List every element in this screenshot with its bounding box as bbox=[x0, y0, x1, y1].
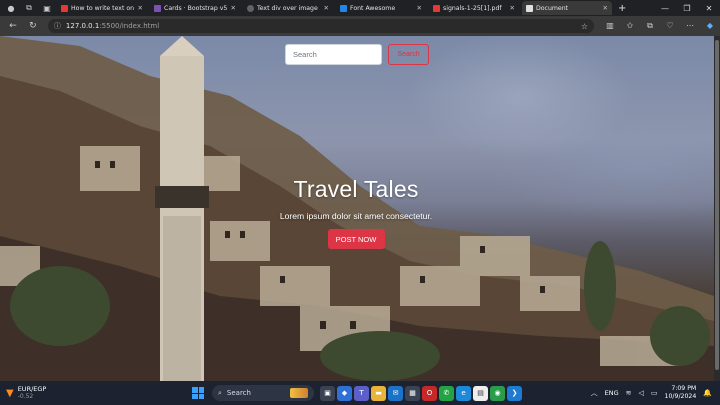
language-indicator[interactable]: ENG bbox=[605, 389, 619, 397]
teams-icon[interactable]: T bbox=[354, 385, 369, 401]
tab-2[interactable]: Text div over image ✕ bbox=[243, 1, 333, 15]
file-explorer-icon[interactable]: ▬ bbox=[371, 385, 386, 401]
tab-favicon-icon bbox=[154, 4, 161, 12]
favorites-icon[interactable]: ✩ bbox=[620, 21, 640, 31]
tab-4[interactable]: signals-1-25[1].pdf ✕ bbox=[429, 1, 519, 15]
windows-taskbar: ▼ EUR/EGP -0.52 ⌕ Search ▣ ◆ T ▬ ✉ ▦ O ✆… bbox=[0, 381, 720, 405]
tray-overflow-icon[interactable]: ︿ bbox=[591, 388, 598, 398]
close-tab-icon[interactable]: ✕ bbox=[417, 4, 422, 12]
workspaces-icon[interactable]: ⧉ bbox=[22, 2, 36, 14]
site-info-icon[interactable]: ⓘ bbox=[54, 21, 61, 31]
wifi-icon[interactable]: ≋ bbox=[626, 389, 632, 397]
new-tab-icon[interactable]: + bbox=[618, 3, 626, 14]
tab-title: Cards · Bootstrap v5.3 bbox=[164, 4, 228, 12]
tab-1[interactable]: Cards · Bootstrap v5.3 ✕ bbox=[150, 1, 240, 15]
browser-toolbar: ← ↻ ⓘ 127.0.0.1:5500/index.html ☆ ▥ ✩ ⧉ … bbox=[0, 16, 720, 36]
extensions-icon[interactable]: ♡ bbox=[660, 21, 680, 31]
tab-favicon-icon bbox=[340, 4, 347, 12]
notifications-icon[interactable]: 🔔 bbox=[703, 389, 712, 397]
screen: ● ⧉ ▣ How to write text on ima ✕ Cards ·… bbox=[0, 0, 720, 405]
currency-widget[interactable]: ▼ EUR/EGP -0.52 bbox=[6, 385, 96, 401]
tab-0[interactable]: How to write text on ima ✕ bbox=[57, 1, 147, 15]
volume-icon[interactable]: ◁ bbox=[639, 389, 644, 397]
reload-icon[interactable]: ↻ bbox=[26, 19, 40, 33]
taskbar-search-label: Search bbox=[226, 389, 251, 397]
profile-icon[interactable]: ● bbox=[4, 2, 18, 14]
browser-tab-bar: ● ⧉ ▣ How to write text on ima ✕ Cards ·… bbox=[0, 0, 720, 16]
tab-title: Font Awesome bbox=[350, 4, 396, 12]
close-tab-icon[interactable]: ✕ bbox=[138, 4, 143, 12]
battery-icon[interactable]: ▭ bbox=[651, 389, 658, 397]
tab-title: Text div over image bbox=[257, 4, 318, 12]
tab-title: How to write text on ima bbox=[71, 4, 135, 12]
tab-3[interactable]: Font Awesome ✕ bbox=[336, 1, 426, 15]
currency-text: EUR/EGP -0.52 bbox=[18, 385, 47, 401]
store-icon[interactable]: ▦ bbox=[405, 385, 420, 401]
favorite-star-icon[interactable]: ☆ bbox=[581, 22, 588, 31]
search-input[interactable] bbox=[285, 44, 382, 65]
system-tray: ︿ ENG ≋ ◁ ▭ 7:09 PM 10/9/2024 🔔 bbox=[591, 385, 712, 401]
vscode-icon[interactable]: ❯ bbox=[507, 385, 522, 401]
close-tab-icon[interactable]: ✕ bbox=[603, 4, 608, 12]
trend-arrow-icon: ▼ bbox=[6, 387, 14, 399]
copilot-icon[interactable]: ◆ bbox=[700, 21, 720, 31]
toolbar-icons: ▥ ✩ ⧉ ♡ ⋯ ◆ bbox=[600, 21, 720, 31]
currency-pair: EUR/EGP bbox=[17, 385, 47, 393]
hero-subtitle: Lorem ipsum dolor sit amet consectetur. bbox=[279, 211, 433, 221]
url-host: 127.0.0.1 bbox=[65, 22, 100, 30]
whatsapp-icon[interactable]: ✆ bbox=[439, 385, 454, 401]
search-form: Search bbox=[285, 44, 429, 65]
tab-favicon-icon bbox=[61, 4, 68, 12]
tab-title: signals-1-25[1].pdf bbox=[443, 4, 502, 12]
close-tab-icon[interactable]: ✕ bbox=[231, 4, 236, 12]
task-view-icon[interactable]: ▣ bbox=[320, 385, 335, 401]
search-button[interactable]: Search bbox=[388, 44, 429, 65]
tab-favicon-icon bbox=[247, 4, 254, 12]
clock-date: 10/9/2024 bbox=[664, 393, 697, 400]
hero-title: Travel Tales bbox=[293, 176, 419, 202]
currency-change: -0.52 bbox=[17, 393, 34, 400]
mail-icon[interactable]: ✉ bbox=[388, 385, 403, 401]
opera-icon[interactable]: O bbox=[422, 385, 437, 401]
close-window-icon[interactable]: ✕ bbox=[698, 4, 720, 13]
url-path: :5500/index.html bbox=[99, 22, 160, 30]
tab-actions-icon[interactable]: ▣ bbox=[40, 2, 54, 14]
tab-favicon-icon bbox=[433, 4, 440, 12]
start-windows-icon[interactable] bbox=[192, 387, 204, 399]
edge-icon[interactable]: e bbox=[456, 385, 471, 401]
close-tab-icon[interactable]: ✕ bbox=[510, 4, 515, 12]
clock-time: 7:09 PM bbox=[671, 385, 697, 392]
more-menu-icon[interactable]: ⋯ bbox=[680, 21, 700, 31]
copilot-app-icon[interactable]: ◆ bbox=[337, 385, 352, 401]
pinned-apps: ▣ ◆ T ▬ ✉ ▦ O ✆ e ▤ ◉ ❯ bbox=[320, 385, 522, 401]
restore-icon[interactable]: ❐ bbox=[676, 4, 698, 13]
search-icon: ⌕ bbox=[218, 388, 222, 397]
taskbar-search[interactable]: ⌕ Search bbox=[212, 385, 314, 401]
address-bar[interactable]: ⓘ 127.0.0.1:5500/index.html ☆ bbox=[47, 19, 594, 33]
tab-5[interactable]: Document ✕ bbox=[522, 1, 612, 15]
tab-favicon-icon bbox=[526, 4, 533, 12]
back-icon[interactable]: ← bbox=[6, 19, 20, 33]
web-page: Search Travel Tales Lorem ipsum dolor si… bbox=[0, 36, 714, 381]
chrome-icon[interactable]: ◉ bbox=[490, 385, 505, 401]
clock[interactable]: 7:09 PM 10/9/2024 bbox=[665, 385, 697, 401]
minimize-icon[interactable]: — bbox=[654, 4, 676, 13]
hero-overlay: Travel Tales Lorem ipsum dolor sit amet … bbox=[230, 176, 482, 249]
split-screen-icon[interactable]: ▥ bbox=[600, 21, 620, 31]
url-text: 127.0.0.1:5500/index.html bbox=[66, 22, 576, 30]
search-highlight-icon bbox=[290, 388, 308, 398]
tab-title: Document bbox=[536, 4, 569, 12]
zoom-icon[interactable]: ▤ bbox=[473, 385, 488, 401]
collections-icon[interactable]: ⧉ bbox=[640, 21, 660, 31]
scrollbar-thumb[interactable] bbox=[715, 40, 719, 370]
window-controls: — ❐ ✕ bbox=[654, 4, 720, 13]
post-now-button[interactable]: POST NOW bbox=[327, 229, 385, 249]
close-tab-icon[interactable]: ✕ bbox=[324, 4, 329, 12]
